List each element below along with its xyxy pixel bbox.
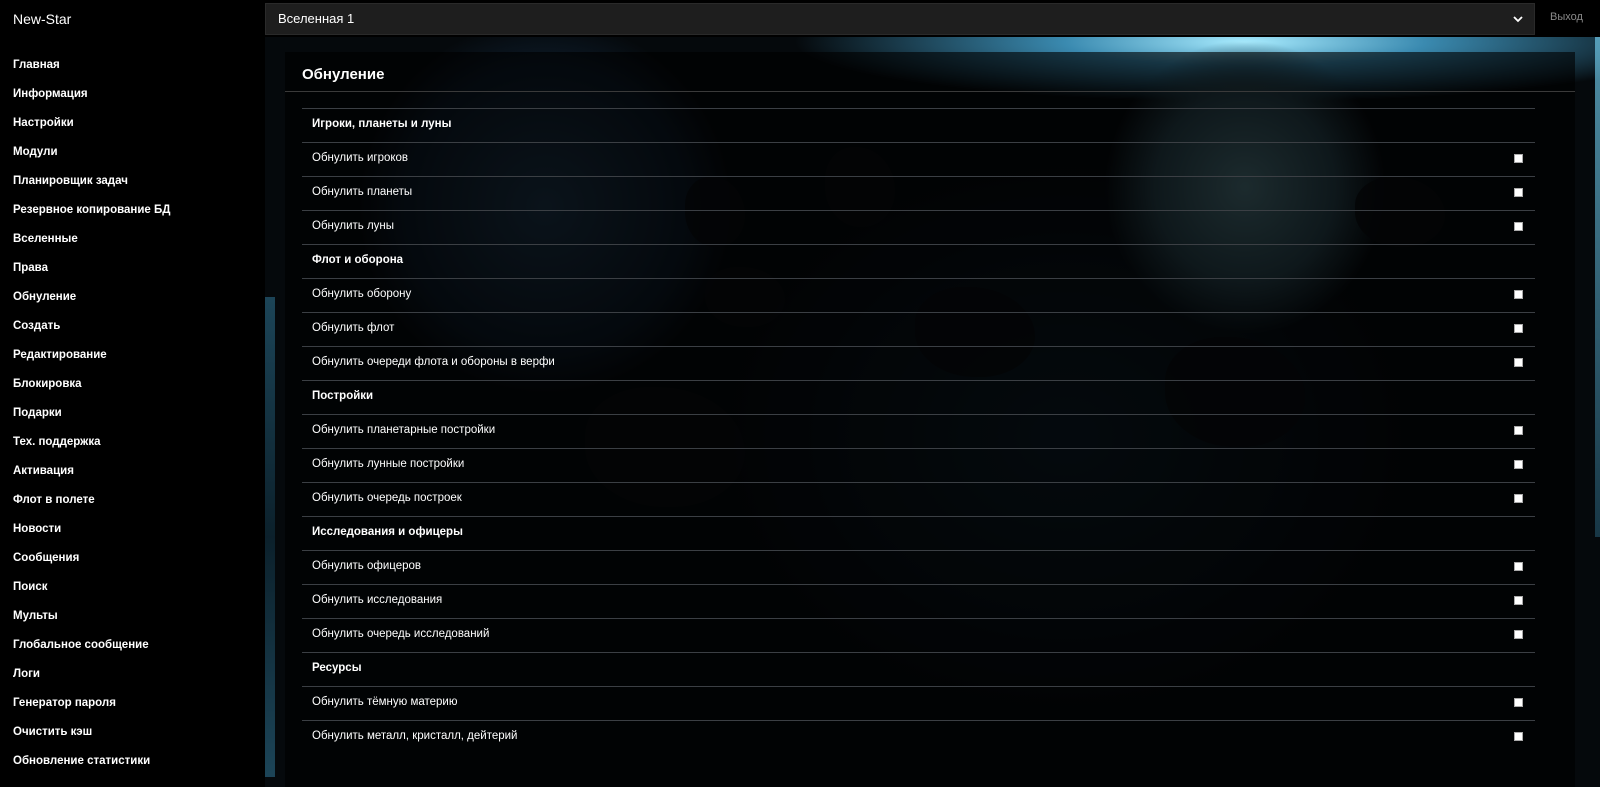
admin-app: New-Star Главная Информация Настройки Мо… <box>0 0 1600 787</box>
option-row: Обнулить игроков <box>302 142 1535 176</box>
option-row: Обнулить луны <box>302 210 1535 244</box>
option-label: Обнулить луны <box>312 220 395 232</box>
reset-panel: Обнуление Игроки, планеты и луны Обнулит… <box>285 52 1575 787</box>
sidebar-item-edit[interactable]: Редактирование <box>0 344 265 373</box>
universe-select[interactable]: Вселенная 1 <box>265 3 1535 35</box>
option-row: Обнулить очередь построек <box>302 482 1535 516</box>
logout-link[interactable]: Выход <box>1550 11 1583 23</box>
scrollbar[interactable] <box>1595 37 1600 537</box>
reset-fleet-checkbox[interactable] <box>1514 324 1523 333</box>
option-label: Обнулить исследования <box>312 594 443 606</box>
reset-building-queue-checkbox[interactable] <box>1514 494 1523 503</box>
section-header-label: Постройки <box>312 390 374 402</box>
option-label: Обнулить планетарные постройки <box>312 424 496 436</box>
reset-moons-checkbox[interactable] <box>1514 222 1523 231</box>
universe-select-value: Вселенная 1 <box>278 11 355 26</box>
sidebar-item-multis[interactable]: Мульты <box>0 605 265 634</box>
reset-planet-buildings-checkbox[interactable] <box>1514 426 1523 435</box>
section-header: Игроки, планеты и луны <box>302 108 1535 142</box>
sidebar-item-search[interactable]: Поиск <box>0 576 265 605</box>
sidebar-item-universes[interactable]: Вселенные <box>0 228 265 257</box>
option-row: Обнулить офицеров <box>302 550 1535 584</box>
edge-glow-decoration <box>265 297 275 777</box>
section-header: Флот и оборона <box>302 244 1535 278</box>
option-label: Обнулить тёмную материю <box>312 696 458 708</box>
sidebar-item-settings[interactable]: Настройки <box>0 112 265 141</box>
option-label: Обнулить очереди флота и обороны в верфи <box>312 356 555 368</box>
sidebar-item-info[interactable]: Информация <box>0 83 265 112</box>
sidebar-item-support[interactable]: Тех. поддержка <box>0 431 265 460</box>
section-header: Исследования и офицеры <box>302 516 1535 550</box>
divider <box>285 91 1575 92</box>
sidebar-item-news[interactable]: Новости <box>0 518 265 547</box>
sidebar-nav: Главная Информация Настройки Модули План… <box>0 54 265 779</box>
option-label: Обнулить очередь построек <box>312 492 462 504</box>
option-row: Обнулить очередь исследований <box>302 618 1535 652</box>
option-label: Обнулить планеты <box>312 186 413 198</box>
option-label: Обнулить флот <box>312 322 395 334</box>
option-row: Обнулить флот <box>302 312 1535 346</box>
option-label: Обнулить оборону <box>312 288 412 300</box>
reset-dark-matter-checkbox[interactable] <box>1514 698 1523 707</box>
option-label: Обнулить металл, кристалл, дейтерий <box>312 730 518 742</box>
reset-research-checkbox[interactable] <box>1514 596 1523 605</box>
option-row: Обнулить тёмную материю <box>302 686 1535 720</box>
section-header-label: Игроки, планеты и луны <box>312 118 452 130</box>
sidebar-item-rights[interactable]: Права <box>0 257 265 286</box>
brand-title: New-Star <box>13 11 72 27</box>
sidebar-item-clear-cache[interactable]: Очистить кэш <box>0 721 265 750</box>
option-row: Обнулить планетарные постройки <box>302 414 1535 448</box>
section-header: Постройки <box>302 380 1535 414</box>
sidebar-item-home[interactable]: Главная <box>0 54 265 83</box>
reset-research-queue-checkbox[interactable] <box>1514 630 1523 639</box>
reset-players-checkbox[interactable] <box>1514 154 1523 163</box>
sidebar: New-Star Главная Информация Настройки Мо… <box>0 0 265 787</box>
section-header-label: Флот и оборона <box>312 254 404 266</box>
sidebar-item-update-stats[interactable]: Обновление статистики <box>0 750 265 779</box>
reset-options-table: Игроки, планеты и луны Обнулить игроков … <box>302 108 1535 754</box>
sidebar-item-fleet-in-flight[interactable]: Флот в полете <box>0 489 265 518</box>
reset-resources-checkbox[interactable] <box>1514 732 1523 741</box>
option-row: Обнулить лунные постройки <box>302 448 1535 482</box>
option-row: Обнулить оборону <box>302 278 1535 312</box>
sidebar-item-create[interactable]: Создать <box>0 315 265 344</box>
chevron-down-icon <box>1513 16 1523 23</box>
section-header-label: Ресурсы <box>312 662 362 674</box>
sidebar-item-password-generator[interactable]: Генератор пароля <box>0 692 265 721</box>
option-label: Обнулить лунные постройки <box>312 458 465 470</box>
section-header-label: Исследования и офицеры <box>312 526 463 538</box>
option-row: Обнулить планеты <box>302 176 1535 210</box>
reset-shipyard-queue-checkbox[interactable] <box>1514 358 1523 367</box>
sidebar-item-messages[interactable]: Сообщения <box>0 547 265 576</box>
reset-defense-checkbox[interactable] <box>1514 290 1523 299</box>
section-header: Ресурсы <box>302 652 1535 686</box>
sidebar-item-gifts[interactable]: Подарки <box>0 402 265 431</box>
sidebar-item-db-backup[interactable]: Резервное копирование БД <box>0 199 265 228</box>
option-row: Обнулить металл, кристалл, дейтерий <box>302 720 1535 754</box>
sidebar-item-modules[interactable]: Модули <box>0 141 265 170</box>
reset-officers-checkbox[interactable] <box>1514 562 1523 571</box>
sidebar-item-scheduler[interactable]: Планировщик задач <box>0 170 265 199</box>
topbar: Вселенная 1 Выход <box>265 0 1600 37</box>
option-label: Обнулить игроков <box>312 152 409 164</box>
sidebar-item-activation[interactable]: Активация <box>0 460 265 489</box>
option-row: Обнулить очереди флота и обороны в верфи <box>302 346 1535 380</box>
option-row: Обнулить исследования <box>302 584 1535 618</box>
sidebar-item-logs[interactable]: Логи <box>0 663 265 692</box>
sidebar-item-global-message[interactable]: Глобальное сообщение <box>0 634 265 663</box>
sidebar-item-ban[interactable]: Блокировка <box>0 373 265 402</box>
option-label: Обнулить офицеров <box>312 560 422 572</box>
reset-moon-buildings-checkbox[interactable] <box>1514 460 1523 469</box>
sidebar-item-reset[interactable]: Обнуление <box>0 286 265 315</box>
page-title: Обнуление <box>302 66 385 83</box>
option-label: Обнулить очередь исследований <box>312 628 490 640</box>
reset-planets-checkbox[interactable] <box>1514 188 1523 197</box>
